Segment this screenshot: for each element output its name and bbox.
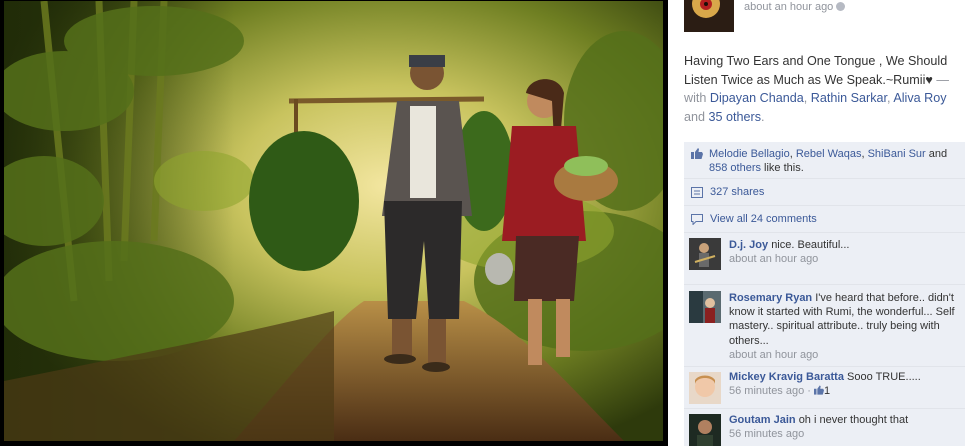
commenter-avatar[interactable] bbox=[689, 291, 721, 323]
caption-end: . bbox=[761, 109, 765, 124]
shares-link[interactable]: 327 shares bbox=[710, 186, 764, 198]
comment-like-count[interactable]: 1 bbox=[824, 385, 830, 397]
comment-body: Mickey Kravig Baratta Sooo TRUE..... 56 … bbox=[729, 370, 965, 398]
view-all-comments-link[interactable]: View all 24 comments bbox=[710, 213, 817, 225]
post-caption: Having Two Ears and One Tongue , We Shou… bbox=[684, 52, 964, 126]
comment-time[interactable]: 56 minutes ago bbox=[729, 385, 804, 397]
comment-text: nice. Beautiful... bbox=[771, 239, 850, 251]
thumbs-up-icon bbox=[691, 148, 703, 159]
tagged-user-link[interactable]: Aliva Roy bbox=[893, 91, 946, 105]
comment-time[interactable]: about an hour ago bbox=[729, 253, 818, 265]
couple-walking-photo bbox=[4, 1, 663, 441]
likes-suffix: like this. bbox=[764, 162, 804, 174]
comment-item: Rosemary Ryan I've heard that before.. d… bbox=[684, 285, 965, 367]
commenter-avatar[interactable] bbox=[689, 238, 721, 270]
tag-separator: , bbox=[803, 91, 808, 106]
post-timestamp[interactable]: about an hour ago bbox=[744, 1, 846, 13]
comment-time[interactable]: about an hour ago bbox=[729, 349, 818, 361]
tagged-user-link[interactable]: Rathin Sarkar bbox=[811, 91, 887, 105]
poster-avatar[interactable] bbox=[684, 0, 734, 32]
tagged-others-link[interactable]: 35 others bbox=[709, 110, 762, 124]
comment-icon bbox=[691, 214, 703, 225]
commenter-name[interactable]: D.j. Joy bbox=[729, 239, 768, 251]
commenter-name[interactable]: Goutam Jain bbox=[729, 414, 796, 426]
likers-others-link[interactable]: 858 others bbox=[709, 162, 761, 174]
shares-row[interactable]: 327 shares bbox=[684, 179, 965, 206]
tag-separator: , bbox=[887, 91, 891, 106]
likes-row: Melodie Bellagio, Rebel Waqas, ShiBani S… bbox=[684, 142, 965, 179]
view-comments-row[interactable]: View all 24 comments bbox=[684, 206, 965, 233]
comment-time[interactable]: 56 minutes ago bbox=[729, 428, 804, 440]
likes-and: and bbox=[928, 148, 948, 160]
globe-icon bbox=[836, 2, 846, 11]
liker-link[interactable]: Rebel Waqas bbox=[796, 148, 862, 160]
meta-separator: · bbox=[807, 385, 811, 398]
comment-body: Rosemary Ryan I've heard that before.. d… bbox=[729, 291, 965, 362]
photo-viewer bbox=[0, 0, 668, 446]
comment-item: Mickey Kravig Baratta Sooo TRUE..... 56 … bbox=[684, 367, 965, 409]
timestamp-text[interactable]: about an hour ago bbox=[744, 1, 833, 13]
post-details-panel: about an hour ago Having Two Ears and On… bbox=[677, 0, 965, 446]
comment-body: D.j. Joy nice. Beautiful... about an hou… bbox=[729, 238, 965, 266]
comment-like-icon[interactable] bbox=[814, 385, 825, 395]
post-photo[interactable] bbox=[4, 1, 663, 441]
tagged-user-link[interactable]: Dipayan Chanda bbox=[710, 91, 804, 105]
liker-link[interactable]: Melodie Bellagio bbox=[709, 148, 790, 160]
commenter-avatar[interactable] bbox=[689, 414, 721, 446]
commenter-avatar[interactable] bbox=[689, 372, 721, 404]
tag-and: and bbox=[684, 109, 706, 124]
share-icon bbox=[691, 187, 703, 198]
liker-link[interactable]: ShiBani Sur bbox=[868, 148, 926, 160]
comment-text: Sooo TRUE..... bbox=[847, 371, 921, 383]
comment-item: D.j. Joy nice. Beautiful... about an hou… bbox=[684, 233, 965, 285]
commenter-name[interactable]: Rosemary Ryan bbox=[729, 292, 812, 304]
comment-text: oh i never thought that bbox=[798, 414, 909, 426]
caption-text: Having Two Ears and One Tongue , We Shou… bbox=[684, 54, 948, 87]
engagement-box: Melodie Bellagio, Rebel Waqas, ShiBani S… bbox=[684, 142, 965, 446]
comment-item: Goutam Jain oh i never thought that 56 m… bbox=[684, 409, 965, 446]
comment-body: Goutam Jain oh i never thought that 56 m… bbox=[729, 413, 965, 441]
commenter-name[interactable]: Mickey Kravig Baratta bbox=[729, 371, 844, 383]
